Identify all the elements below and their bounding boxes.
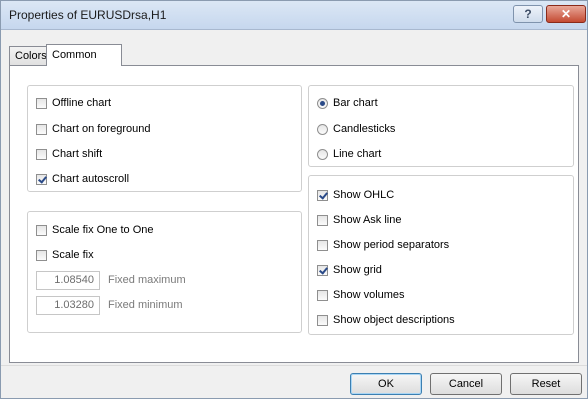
title-bar[interactable]: Properties of EURUSDrsa,H1 ? ✕ bbox=[1, 1, 587, 30]
fixed-minimum-input[interactable]: 1.03280 bbox=[36, 296, 100, 315]
checkbox-box[interactable] bbox=[317, 239, 328, 251]
line-chart-radio[interactable]: Line chart bbox=[317, 146, 381, 162]
chart-on-foreground-checkbox[interactable]: Chart on foreground bbox=[36, 121, 150, 137]
ok-button[interactable]: OK bbox=[350, 373, 422, 395]
offline-chart-checkbox[interactable]: Offline chart bbox=[36, 95, 111, 111]
checkbox-label: Chart shift bbox=[52, 148, 103, 160]
window-title: Properties of EURUSDrsa,H1 bbox=[9, 8, 167, 22]
radio-label: Candlesticks bbox=[333, 123, 396, 135]
checkbox-box[interactable] bbox=[36, 173, 47, 185]
tab-common-label: Common bbox=[52, 49, 97, 61]
radio-button[interactable] bbox=[317, 97, 328, 109]
checkbox-label: Scale fix One to One bbox=[52, 224, 154, 236]
show-grid-checkbox[interactable]: Show grid bbox=[317, 262, 382, 278]
chart-autoscroll-checkbox[interactable]: Chart autoscroll bbox=[36, 171, 129, 187]
radio-button[interactable] bbox=[317, 148, 328, 160]
checkbox-label: Show Ask line bbox=[333, 214, 402, 226]
scale-fix-one-to-one-checkbox[interactable]: Scale fix One to One bbox=[36, 222, 154, 238]
properties-dialog: Properties of EURUSDrsa,H1 ? ✕ Colors Co… bbox=[0, 0, 588, 399]
show-object-descriptions-checkbox[interactable]: Show object descriptions bbox=[317, 312, 455, 328]
checkbox-box[interactable] bbox=[36, 249, 47, 261]
checkbox-label: Offline chart bbox=[52, 97, 112, 109]
show-ask-line-checkbox[interactable]: Show Ask line bbox=[317, 212, 401, 228]
show-ohlc-checkbox[interactable]: Show OHLC bbox=[317, 187, 394, 203]
checkbox-box[interactable] bbox=[36, 148, 47, 160]
candlesticks-radio[interactable]: Candlesticks bbox=[317, 121, 395, 137]
close-icon: ✕ bbox=[560, 7, 572, 21]
show-options-group: Show OHLC Show Ask line Show period sepa… bbox=[308, 175, 574, 335]
chart-options-group: Offline chart Chart on foreground Chart … bbox=[27, 85, 302, 192]
reset-button[interactable]: Reset bbox=[510, 373, 582, 395]
checkbox-label: Chart on foreground bbox=[52, 123, 151, 135]
checkbox-box[interactable] bbox=[36, 224, 47, 236]
checkbox-label: Show grid bbox=[333, 264, 382, 276]
tab-colors-label: Colors bbox=[15, 50, 47, 62]
checkbox-box[interactable] bbox=[36, 123, 47, 135]
close-button[interactable]: ✕ bbox=[546, 5, 586, 23]
common-tab-panel: Offline chart Chart on foreground Chart … bbox=[9, 65, 579, 363]
checkbox-box[interactable] bbox=[317, 314, 328, 326]
show-volumes-checkbox[interactable]: Show volumes bbox=[317, 287, 405, 303]
radio-label: Line chart bbox=[333, 148, 382, 160]
chart-shift-checkbox[interactable]: Chart shift bbox=[36, 146, 102, 162]
help-button[interactable]: ? bbox=[513, 5, 543, 23]
checkbox-box[interactable] bbox=[317, 214, 328, 226]
checkbox-box[interactable] bbox=[317, 289, 328, 301]
checkbox-label: Show volumes bbox=[333, 289, 405, 301]
fixed-maximum-label: Fixed maximum bbox=[108, 274, 186, 286]
fixed-minimum-label: Fixed minimum bbox=[108, 299, 183, 311]
fixed-maximum-input[interactable]: 1.08540 bbox=[36, 271, 100, 290]
radio-button[interactable] bbox=[317, 123, 328, 135]
checkbox-label: Show period separators bbox=[333, 239, 450, 251]
cancel-button[interactable]: Cancel bbox=[430, 373, 502, 395]
checkbox-box[interactable] bbox=[317, 189, 328, 201]
tab-colors[interactable]: Colors bbox=[9, 46, 47, 65]
checkbox-label: Chart autoscroll bbox=[52, 173, 130, 185]
chart-type-group: Bar chart Candlesticks Line chart bbox=[308, 85, 574, 167]
help-icon: ? bbox=[524, 7, 532, 21]
checkbox-box[interactable] bbox=[36, 97, 47, 109]
bar-chart-radio[interactable]: Bar chart bbox=[317, 95, 378, 111]
checkbox-box[interactable] bbox=[317, 264, 328, 276]
checkbox-label: Show OHLC bbox=[333, 189, 395, 201]
checkbox-label: Scale fix bbox=[52, 249, 94, 261]
tab-common[interactable]: Common bbox=[46, 44, 122, 66]
radio-label: Bar chart bbox=[333, 97, 378, 109]
show-period-separators-checkbox[interactable]: Show period separators bbox=[317, 237, 449, 253]
scale-group: Scale fix One to One Scale fix 1.08540 F… bbox=[27, 211, 302, 333]
checkbox-label: Show object descriptions bbox=[333, 314, 455, 326]
scale-fix-checkbox[interactable]: Scale fix bbox=[36, 247, 94, 263]
divider bbox=[1, 365, 587, 366]
